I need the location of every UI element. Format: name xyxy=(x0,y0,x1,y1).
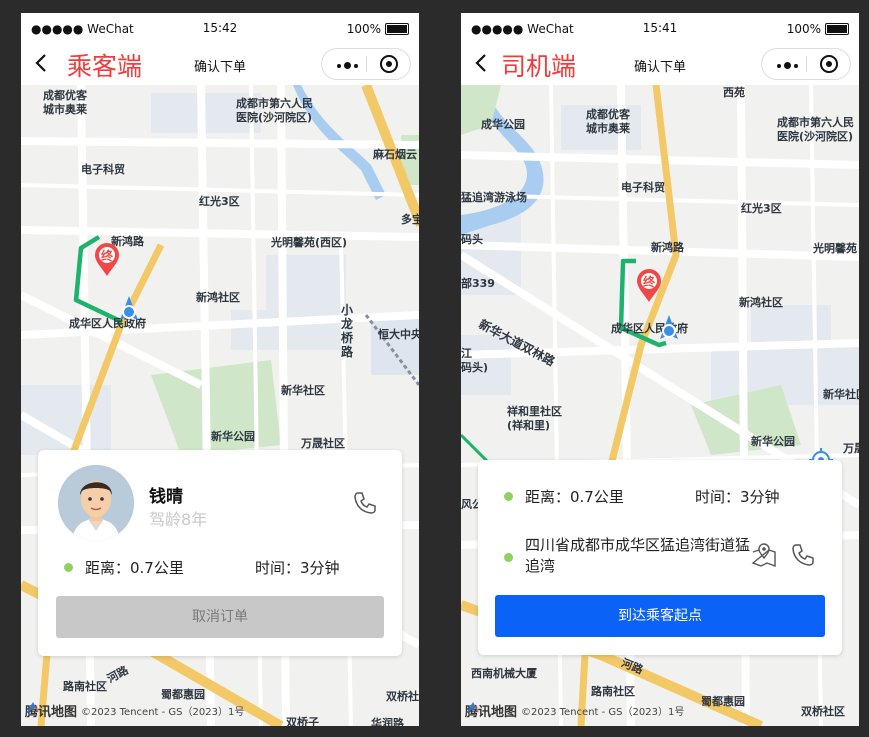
copyright-text: ©2023 Tencent - GS（2023）1号 xyxy=(81,707,245,718)
map-label: 蜀都惠园 xyxy=(161,688,205,701)
nav-bar: 乘客端 确认下单 xyxy=(21,43,419,85)
map-label: 成华公园 xyxy=(481,118,525,131)
tencent-map-logo-icon xyxy=(466,702,480,714)
more-menu-icon[interactable] xyxy=(777,62,798,69)
close-miniapp-icon[interactable] xyxy=(820,55,838,73)
map-label: 成都市第六人民 医院(沙河院区) xyxy=(236,97,313,124)
order-card: 距离：0.7公里 时间：3分钟 四川省成都市成华区猛追湾街道猛追湾 到达乘客起点 xyxy=(478,460,842,655)
distance-text: 距离：0.7公里 xyxy=(85,559,184,577)
map-label: 恒大中央 xyxy=(378,328,419,341)
map-label: 新鸿路 xyxy=(651,241,684,254)
miniapp-capsule xyxy=(321,48,411,80)
nav-bar: 司机端 确认下单 xyxy=(461,43,859,85)
map-label: 光明馨苑(西区) xyxy=(271,236,348,249)
map-label: 西南机械大厦 xyxy=(471,667,537,680)
driver-name: 钱晴 xyxy=(149,487,183,507)
status-bar: ●●●●● WeChat 15:42 100% xyxy=(21,13,419,43)
battery-indicator: 100% xyxy=(787,22,849,36)
map-label: 码头 xyxy=(461,233,483,246)
copyright-text: ©2023 Tencent - GS（2023）1号 xyxy=(521,707,685,718)
current-location-icon xyxy=(118,296,140,328)
map-label: 路南社区 xyxy=(591,685,635,698)
passenger-screen: ●●●●● WeChat 15:42 100% 乘客端 确认下单 成都优客 城市… xyxy=(21,13,419,726)
map-label: 成都市第六人民 医院(沙河院区) xyxy=(777,116,854,143)
phone-icon[interactable] xyxy=(352,490,378,516)
current-location-icon xyxy=(658,315,680,347)
map-label: 华润路 xyxy=(371,717,404,726)
map-attribution: 腾讯地图 ©2023 Tencent - GS（2023）1号 xyxy=(465,701,684,720)
map-label: 红光3区 xyxy=(741,202,782,215)
phone-icon[interactable] xyxy=(790,542,816,568)
map-label: 成都优客 城市奥莱 xyxy=(43,89,87,116)
battery-icon xyxy=(825,23,849,35)
destination-marker-text: 终 xyxy=(101,249,114,263)
close-miniapp-icon[interactable] xyxy=(380,55,398,73)
map-label: 光明馨苑 xyxy=(813,242,857,255)
status-dot xyxy=(64,563,73,572)
map-label: 路南社区 xyxy=(63,680,107,693)
distance-text: 距离：0.7公里 xyxy=(525,488,624,506)
map-label: 江 码头) xyxy=(461,347,489,374)
map-label: 双桥社区 xyxy=(386,690,419,703)
map-label: 万晟 xyxy=(843,442,859,455)
address-text: 四川省成都市成华区猛追湾街道猛追湾 xyxy=(525,536,751,575)
map-label: 西苑 xyxy=(723,86,745,99)
battery-percent: 100% xyxy=(346,22,381,36)
map-label: 双桥社区 xyxy=(801,705,845,718)
arrive-at-pickup-button[interactable]: 到达乘客起点 xyxy=(495,595,825,637)
map-label: 电子科贸 xyxy=(621,181,665,194)
map-label: 电子科贸 xyxy=(81,163,125,176)
map-label: 成都优客 城市奥莱 xyxy=(586,108,630,135)
map-label: 麻石烟云 xyxy=(373,148,417,161)
map-navigation-icon[interactable] xyxy=(750,541,778,569)
cancel-order-button[interactable]: 取消订单 xyxy=(56,596,384,638)
driver-screen: ●●●●● WeChat 15:41 100% 司机端 确认下单 西苑 成华公园… xyxy=(461,13,859,726)
map-label: 新华社区 xyxy=(281,384,325,397)
time-text: 时间：3分钟 xyxy=(695,488,780,506)
tencent-map-logo-icon xyxy=(26,702,40,714)
map-label: 猛追湾游泳场 xyxy=(461,191,527,204)
miniapp-capsule xyxy=(761,48,851,80)
order-card: 钱晴 驾龄8年 距离：0.7公里 时间：3分钟 取消订单 xyxy=(38,450,402,656)
status-dot xyxy=(504,492,513,501)
driver-experience: 驾龄8年 xyxy=(149,510,208,529)
map-attribution: 腾讯地图 ©2023 Tencent - GS（2023）1号 xyxy=(25,701,244,720)
map-label: 新华社区 xyxy=(823,388,859,401)
map-label: 祥和里社区 (祥和里) xyxy=(507,405,562,432)
map-label: 新华公园 xyxy=(751,435,795,448)
battery-icon xyxy=(385,23,409,35)
status-dot xyxy=(504,553,513,562)
map-label: 部339 xyxy=(461,277,495,290)
driver-avatar xyxy=(58,465,134,541)
destination-marker-text: 终 xyxy=(643,275,656,289)
battery-indicator: 100% xyxy=(347,22,409,36)
map-label: 双桥子 xyxy=(286,716,319,726)
map-label: 多宝 xyxy=(401,213,419,226)
time-text: 时间：3分钟 xyxy=(255,559,340,577)
destination-marker[interactable]: 终 xyxy=(94,243,120,277)
map-label: 新鸿社区 xyxy=(196,291,240,304)
map-label: 蜀都惠园 xyxy=(701,695,745,708)
map-label: 新华公园 xyxy=(211,430,255,443)
map-label: 小 龙 桥 路 xyxy=(341,303,354,359)
more-menu-icon[interactable] xyxy=(337,62,358,69)
destination-marker[interactable]: 终 xyxy=(636,269,662,303)
map-label: 红光3区 xyxy=(199,195,240,208)
battery-percent: 100% xyxy=(786,22,821,36)
status-bar: ●●●●● WeChat 15:41 100% xyxy=(461,13,859,43)
map-label: 万晟社区 xyxy=(301,437,345,450)
map-label: 新鸿社区 xyxy=(739,296,783,309)
